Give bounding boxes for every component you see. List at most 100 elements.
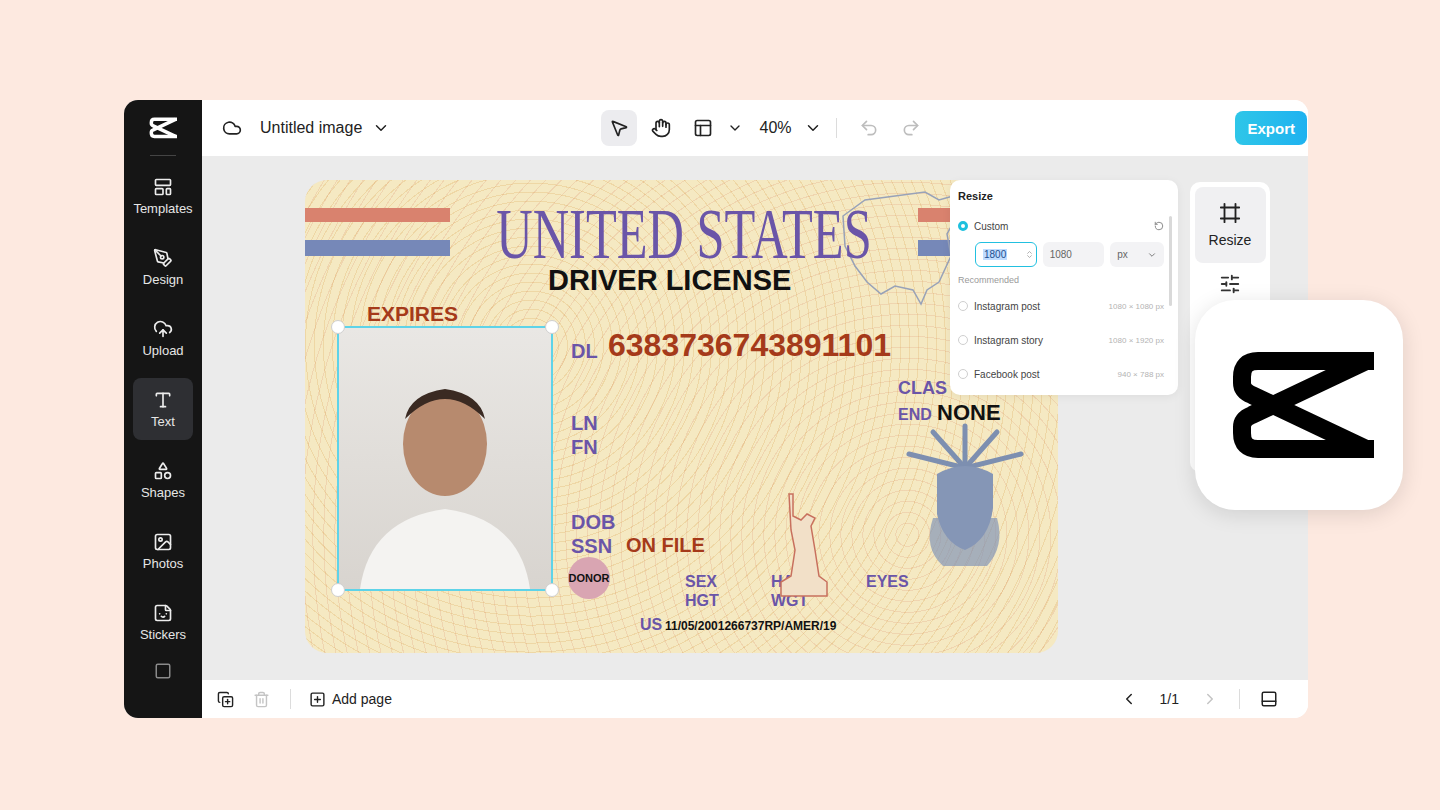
radio[interactable] bbox=[958, 335, 968, 345]
resize-icon bbox=[1219, 202, 1241, 224]
radio[interactable] bbox=[958, 301, 968, 311]
preset-row[interactable]: Instagram post 1080 × 1080 px bbox=[958, 289, 1164, 323]
chevron-down-icon[interactable] bbox=[372, 119, 390, 137]
duplicate-icon bbox=[217, 691, 234, 708]
preset-size: 1080 × 1080 px bbox=[1109, 302, 1164, 311]
liberty-statue-icon bbox=[771, 490, 841, 600]
undo-button[interactable] bbox=[851, 110, 887, 146]
hand-tool-button[interactable] bbox=[643, 110, 679, 146]
sidebar-item[interactable]: Design bbox=[133, 236, 193, 298]
preset-size: 1080 × 1920 px bbox=[1109, 336, 1164, 345]
document-title-group: Untitled image bbox=[222, 118, 601, 138]
add-page-button[interactable]: Add page bbox=[305, 684, 396, 714]
donor-badge: DONOR bbox=[568, 557, 610, 599]
chevron-down-icon[interactable] bbox=[727, 120, 743, 136]
unit-select[interactable]: px bbox=[1110, 242, 1164, 267]
cloud-saved-icon bbox=[222, 118, 242, 138]
document-title[interactable]: Untitled image bbox=[260, 119, 362, 137]
sidebar-item-label: Photos bbox=[143, 556, 183, 571]
more-icon[interactable] bbox=[154, 662, 172, 680]
resize-handle[interactable] bbox=[545, 583, 559, 597]
chevron-down-icon[interactable] bbox=[804, 119, 822, 137]
sidebar-item[interactable]: Upload bbox=[133, 307, 193, 369]
sidebar-item-icon bbox=[153, 319, 173, 339]
recommended-label: Recommended bbox=[958, 275, 1164, 285]
pagination: 1/1 bbox=[1114, 684, 1284, 714]
chevron-down-icon bbox=[1147, 250, 1157, 260]
sidebar-item-icon bbox=[153, 248, 173, 268]
top-bar-actions: Export bbox=[1235, 111, 1308, 145]
preset-row[interactable]: Facebook post940 × 788 px bbox=[958, 357, 1164, 391]
red-stripe bbox=[305, 208, 450, 222]
stepper-icon[interactable] bbox=[1025, 250, 1034, 259]
bottom-bar: Add page 1/1 bbox=[202, 680, 1308, 718]
next-page-button[interactable] bbox=[1195, 684, 1225, 714]
main: Untitled image 40% Export UNITED STATESDRIV… bbox=[202, 100, 1308, 718]
person-photo-icon bbox=[350, 359, 540, 589]
pointer-icon bbox=[609, 118, 629, 138]
radio-group: Custom bbox=[958, 221, 1008, 232]
page-panel-button[interactable] bbox=[1254, 684, 1284, 714]
redo-icon bbox=[901, 118, 921, 138]
adjust-icon[interactable] bbox=[1219, 273, 1241, 295]
preset-label: Instagram story bbox=[974, 335, 1043, 346]
radio[interactable] bbox=[958, 369, 968, 379]
ssn-value: ON FILE bbox=[626, 534, 705, 557]
end-label: END bbox=[898, 406, 932, 424]
card-subtitle: DRIVER LICENSE bbox=[548, 264, 791, 297]
sidebar-item[interactable]: Text bbox=[133, 378, 193, 440]
sidebar-item[interactable]: Templates bbox=[133, 165, 193, 227]
sidebar: Templates Design Upload Text Shapes Photos Sti… bbox=[124, 100, 202, 718]
sidebar-item-label: Stickers bbox=[140, 627, 186, 642]
sidebar-item-label: Text bbox=[151, 414, 175, 429]
layout-button[interactable] bbox=[685, 110, 721, 146]
end-value: NONE bbox=[937, 400, 1001, 425]
liberty-head-icon bbox=[893, 418, 1038, 568]
page-actions: Add page bbox=[210, 684, 396, 714]
canvas-tools: 40% bbox=[601, 110, 928, 146]
preset-row[interactable]: Instagram story 1080 × 1920 px bbox=[958, 323, 1164, 357]
width-input[interactable]: 1800 bbox=[975, 242, 1037, 267]
size-inputs: 18001080px bbox=[975, 242, 1164, 267]
sidebar-item-icon bbox=[153, 603, 173, 623]
top-bar: Untitled image 40% Export bbox=[202, 100, 1308, 156]
resize-handle[interactable] bbox=[331, 583, 345, 597]
radio[interactable] bbox=[958, 221, 968, 231]
sidebar-item-label: Design bbox=[143, 272, 183, 287]
resize-handle[interactable] bbox=[545, 320, 559, 334]
sidebar-item-icon bbox=[153, 532, 173, 552]
card-title: UNITED STATES bbox=[496, 194, 871, 274]
sidebar-item[interactable]: Stickers bbox=[133, 591, 193, 653]
trash-icon bbox=[253, 691, 270, 708]
sidebar-item[interactable]: Shapes bbox=[133, 449, 193, 511]
logo[interactable] bbox=[149, 110, 177, 146]
export-button[interactable]: Export bbox=[1235, 111, 1307, 145]
zoom-level[interactable]: 40% bbox=[759, 119, 791, 137]
hgt-label: HGT bbox=[685, 592, 719, 610]
divider bbox=[290, 689, 291, 709]
hand-icon bbox=[651, 118, 671, 138]
delete-page-button[interactable] bbox=[246, 684, 276, 714]
dl-label: DL bbox=[571, 340, 598, 363]
scrollbar[interactable] bbox=[1169, 216, 1172, 306]
add-page-icon bbox=[309, 691, 326, 708]
capcut-logo-icon bbox=[149, 117, 177, 139]
divider bbox=[1239, 689, 1240, 709]
height-input[interactable]: 1080 bbox=[1043, 242, 1105, 267]
resize-panel: ResizeCustom18001080pxRecommendedInstagr… bbox=[950, 180, 1178, 395]
sidebar-item-icon bbox=[153, 461, 173, 481]
license-card[interactable]: UNITED STATESDRIVER LICENSEEXPIRESDL6383… bbox=[305, 180, 1058, 653]
sidebar-item-label: Upload bbox=[142, 343, 183, 358]
select-tool-button[interactable] bbox=[601, 110, 637, 146]
redo-button[interactable] bbox=[893, 110, 929, 146]
sidebar-item[interactable]: Photos bbox=[133, 520, 193, 582]
reset-icon[interactable] bbox=[1154, 221, 1164, 231]
prev-page-button[interactable] bbox=[1114, 684, 1144, 714]
custom-option[interactable]: Custom bbox=[958, 219, 1164, 233]
radio-group: Instagram post bbox=[958, 301, 1040, 312]
duplicate-page-button[interactable] bbox=[210, 684, 240, 714]
resize-handle[interactable] bbox=[331, 320, 345, 334]
photo[interactable] bbox=[337, 326, 553, 591]
ln-label: LN bbox=[571, 412, 598, 435]
resize-tool-button[interactable]: Resize bbox=[1195, 187, 1266, 263]
